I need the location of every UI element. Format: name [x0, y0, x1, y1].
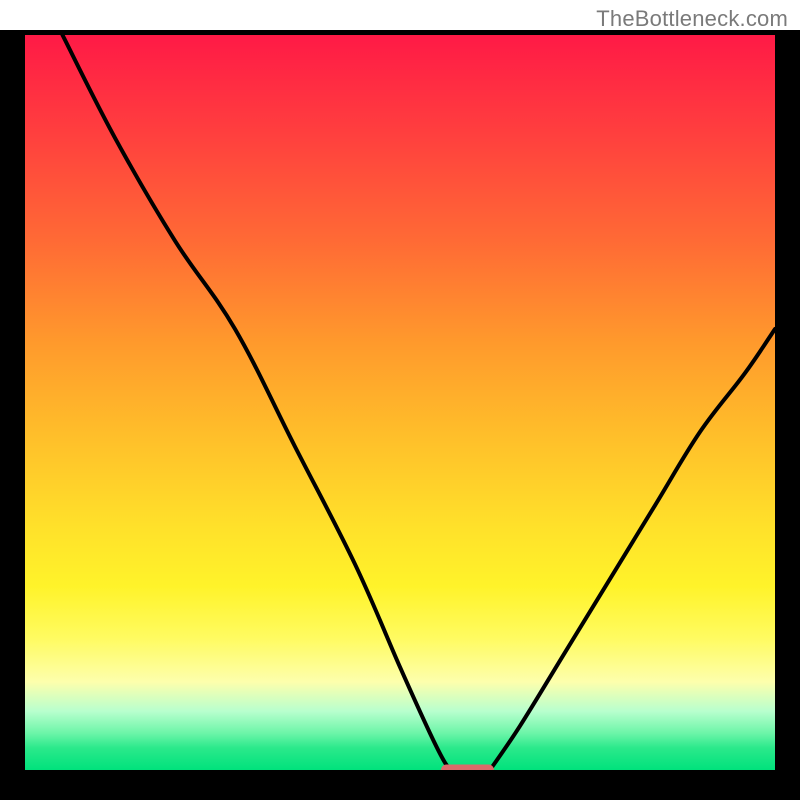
chart-container: TheBottleneck.com — [0, 0, 800, 800]
plot-frame — [0, 30, 800, 800]
left-curve — [63, 35, 453, 770]
attribution-label: TheBottleneck.com — [596, 6, 788, 32]
right-curve — [490, 329, 775, 770]
plot-area — [25, 35, 775, 770]
curve-layer — [25, 35, 775, 770]
optimal-range-marker — [441, 765, 494, 771]
